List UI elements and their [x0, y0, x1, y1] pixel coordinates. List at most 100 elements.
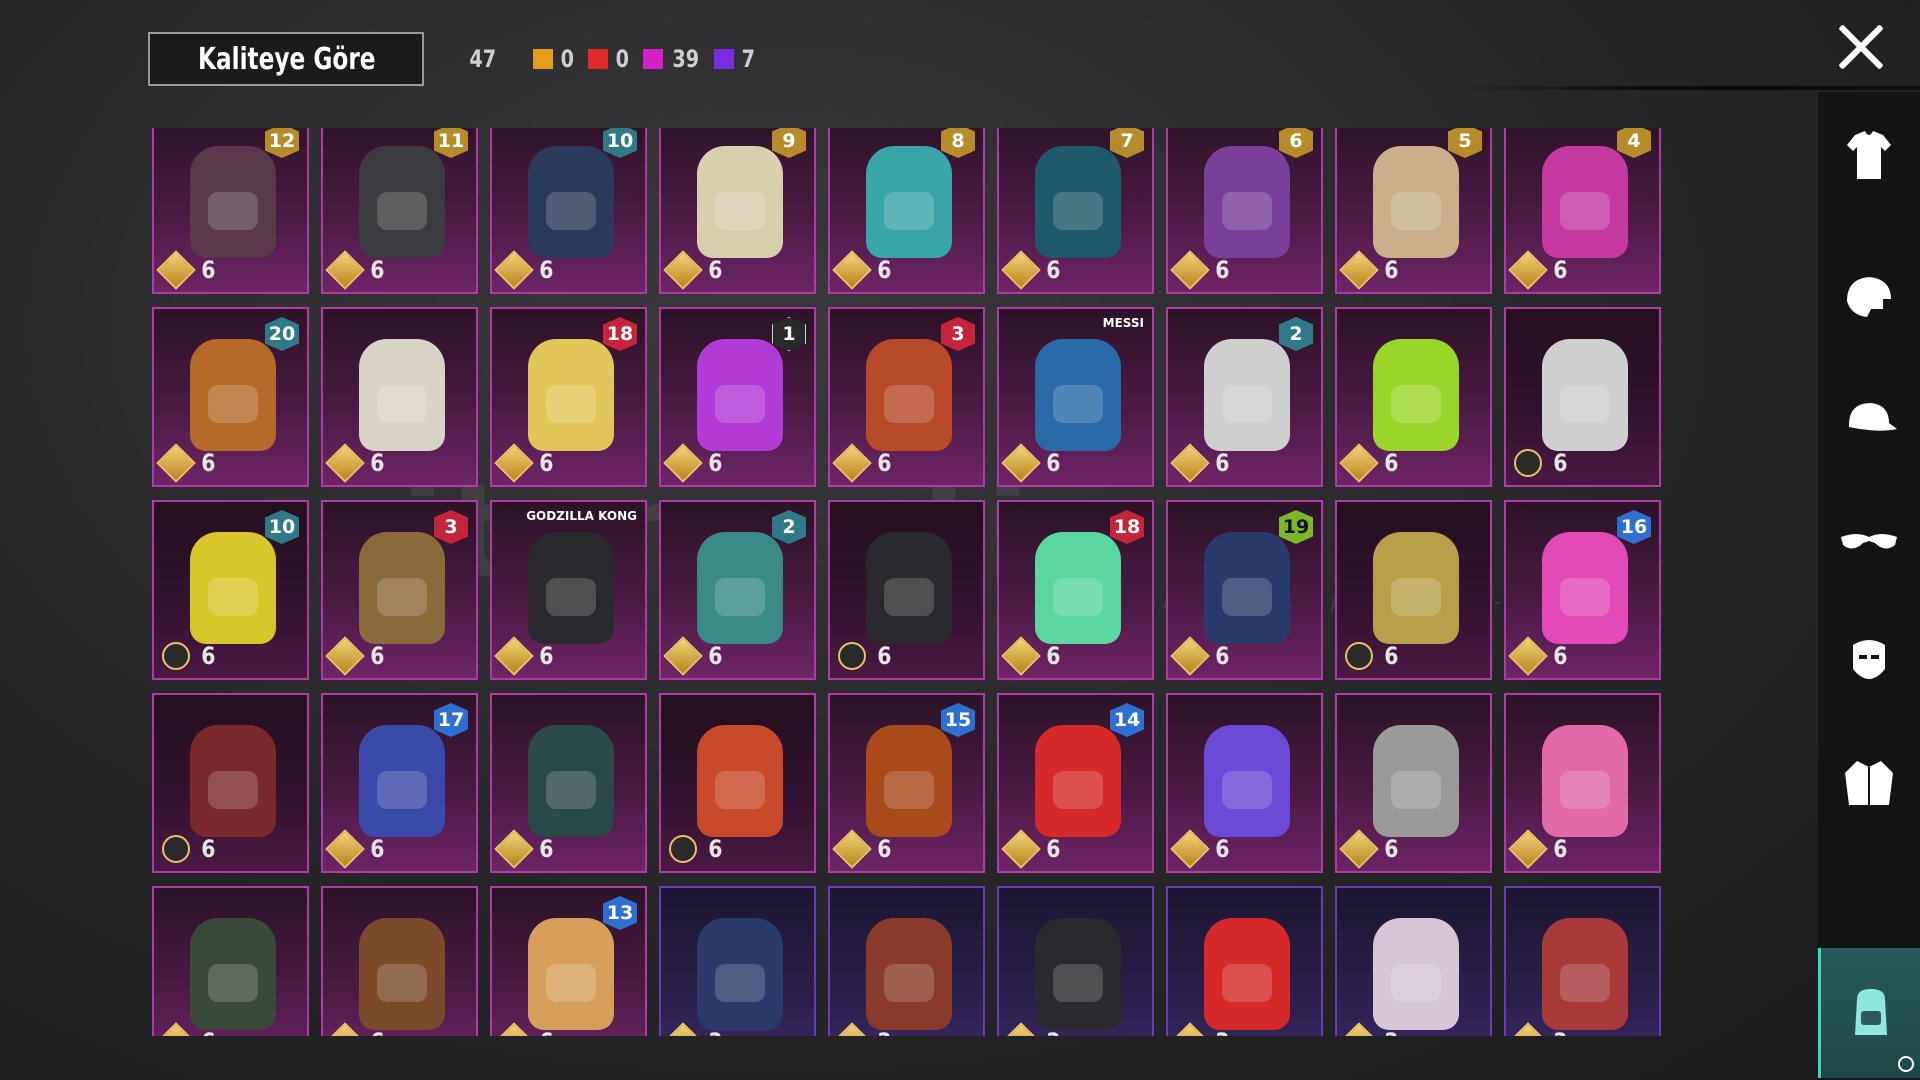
backpack-image — [1035, 725, 1121, 837]
backpack-item[interactable]: 6 — [828, 500, 985, 680]
item-value: 3 — [1170, 1022, 1231, 1036]
item-value-text: 6 — [201, 449, 216, 477]
item-value-text: 3 — [1384, 1028, 1398, 1036]
coin-icon — [663, 636, 703, 676]
backpack-item[interactable]: 3 — [997, 886, 1154, 1036]
item-value-text: 6 — [539, 642, 554, 670]
backpack-item[interactable]: 3 — [1166, 886, 1323, 1036]
backpack-item[interactable]: 66 — [1166, 128, 1323, 294]
backpack-item[interactable]: 6 — [1335, 307, 1492, 487]
backpack-item[interactable]: 3 — [1335, 886, 1492, 1036]
item-value: 6 — [494, 636, 555, 676]
item-value-text: 6 — [877, 449, 892, 477]
coin-icon — [156, 250, 196, 290]
backpack-item[interactable]: 15 6 — [828, 693, 985, 873]
backpack-image — [190, 146, 276, 258]
sidebar-tab-jacket[interactable] — [1818, 718, 1920, 848]
season-badge: 7 — [1110, 128, 1144, 158]
backpack-item[interactable]: 76 — [997, 128, 1154, 294]
coin-icon — [1001, 443, 1041, 483]
backpack-item[interactable]: GODZILLA KONG 6 — [490, 500, 647, 680]
backpack-item[interactable]: 6 — [321, 886, 478, 1036]
item-value: 3 — [663, 1022, 724, 1036]
backpack-item[interactable]: 6 — [1504, 307, 1661, 487]
backpack-item[interactable]: 6 — [1504, 693, 1661, 873]
item-value-text: 6 — [1215, 642, 1230, 670]
backpack-item[interactable]: 36 — [828, 307, 985, 487]
backpack-item[interactable]: 12 6 — [152, 128, 309, 294]
backpack-item[interactable]: 26 — [1166, 307, 1323, 487]
backpack-item[interactable]: 16 — [659, 307, 816, 487]
coin-icon — [325, 636, 365, 676]
backpack-item[interactable]: 6 — [659, 693, 816, 873]
coin-icon — [1170, 1022, 1210, 1036]
season-badge: 8 — [941, 128, 975, 158]
backpack-item[interactable]: 18 6 — [490, 307, 647, 487]
item-value: 6 — [325, 636, 386, 676]
item-value: 6 — [1001, 443, 1062, 483]
backpack-item[interactable]: 10 6 — [490, 128, 647, 294]
backpack-item[interactable]: 6 — [1166, 693, 1323, 873]
coin-icon — [663, 443, 703, 483]
item-value: 6 — [832, 443, 893, 483]
backpack-item[interactable]: 20 6 — [152, 307, 309, 487]
backpack-item[interactable]: 11 6 — [321, 128, 478, 294]
sidebar-tab-outfit[interactable] — [1818, 92, 1920, 222]
rarity-count-value: 39 — [672, 45, 699, 73]
backpack-item[interactable]: MESSI 6 — [997, 307, 1154, 487]
timer-icon — [669, 835, 697, 863]
backpack-item[interactable]: 26 — [659, 500, 816, 680]
sidebar-tab-helmet[interactable] — [1818, 232, 1920, 362]
backpack-image — [1035, 532, 1121, 644]
close-button[interactable] — [1836, 22, 1886, 72]
item-value-text: 6 — [877, 256, 892, 284]
coin-icon — [1339, 443, 1379, 483]
season-badge: 4 — [1617, 128, 1651, 158]
item-value: 6 — [156, 443, 217, 483]
backpack-item[interactable]: 36 — [321, 500, 478, 680]
backpack-item[interactable]: 56 — [1335, 128, 1492, 294]
coin-icon — [663, 250, 703, 290]
item-value-text: 6 — [1553, 642, 1568, 670]
backpack-item[interactable]: 17 6 — [321, 693, 478, 873]
item-value: 3 — [1001, 1022, 1062, 1036]
backpack-image — [866, 146, 952, 258]
sidebar-tab-glasses[interactable] — [1818, 476, 1920, 606]
backpack-item[interactable]: 6 — [1335, 500, 1492, 680]
sidebar-tab-backpack[interactable] — [1818, 948, 1920, 1078]
item-value-text: 6 — [1384, 449, 1399, 477]
backpack-item[interactable]: 6 — [321, 307, 478, 487]
season-badge: 5 — [1448, 128, 1482, 158]
backpack-item[interactable]: 10 6 — [152, 500, 309, 680]
backpack-item[interactable]: 3 — [828, 886, 985, 1036]
season-badge: 15 — [941, 703, 975, 737]
backpack-item[interactable]: 18 6 — [997, 500, 1154, 680]
backpack-item[interactable]: 6 — [152, 886, 309, 1036]
backpack-item[interactable]: 14 6 — [997, 693, 1154, 873]
backpack-image — [528, 918, 614, 1030]
backpack-image — [190, 918, 276, 1030]
backpack-item[interactable]: 13 6 — [490, 886, 647, 1036]
backpack-item[interactable]: 6 — [152, 693, 309, 873]
backpack-item[interactable]: 16 6 — [1504, 500, 1661, 680]
backpack-item[interactable]: 3 — [659, 886, 816, 1036]
backpack-item[interactable]: 19 6 — [1166, 500, 1323, 680]
backpack-item[interactable]: 3 — [1504, 886, 1661, 1036]
brand-logo: MESSI — [1102, 316, 1144, 330]
backpack-item[interactable]: 6 — [490, 693, 647, 873]
sidebar-tab-cap[interactable] — [1818, 354, 1920, 484]
backpack-item[interactable]: 86 — [828, 128, 985, 294]
coin-icon — [494, 829, 534, 869]
backpack-item[interactable]: 96 — [659, 128, 816, 294]
backpack-item[interactable]: 6 — [1335, 693, 1492, 873]
coin-icon — [1508, 1022, 1548, 1036]
sidebar-tab-mask[interactable] — [1818, 596, 1920, 726]
coin-icon — [1170, 829, 1210, 869]
coin-icon — [494, 636, 534, 676]
season-badge: 18 — [603, 317, 637, 351]
sort-dropdown[interactable]: Kaliteye Göre — [148, 32, 424, 86]
rarity-swatch — [588, 49, 609, 69]
rarity-count-value: 0 — [615, 45, 630, 73]
item-value: 6 — [832, 250, 893, 290]
backpack-item[interactable]: 46 — [1504, 128, 1661, 294]
